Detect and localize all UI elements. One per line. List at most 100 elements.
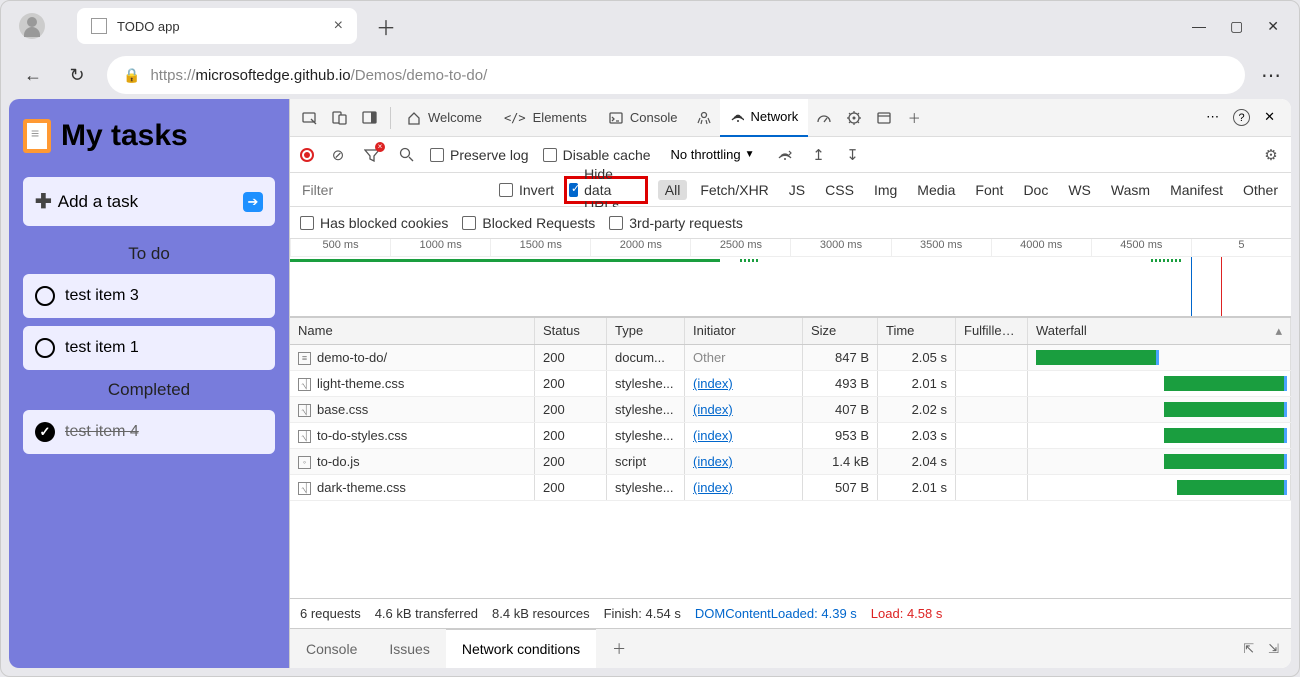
back-button[interactable]: ← [19,61,47,89]
drawer-add-tab[interactable]: ＋ [596,629,642,669]
more-tabs-button[interactable]: ＋ [900,104,928,132]
record-button[interactable] [300,148,314,162]
filter-input[interactable] [296,178,489,202]
help-icon[interactable]: ? [1233,109,1250,126]
task-check-icon[interactable]: ✓ [35,422,55,442]
file-icon: ⎷ [298,430,311,443]
profile-avatar[interactable] [19,13,45,39]
submit-arrow-icon[interactable]: ➔ [243,192,263,212]
task-item-completed[interactable]: ✓ test item 4 [23,410,275,454]
tab-welcome[interactable]: Welcome [397,99,492,137]
network-settings-icon[interactable]: ⚙ [1261,145,1281,165]
task-item[interactable]: test item 3 [23,274,275,318]
blocked-requests-checkbox[interactable]: Blocked Requests [462,215,595,231]
task-checkbox[interactable] [35,338,55,358]
memory-icon[interactable] [840,104,868,132]
export-har-icon[interactable]: ↧ [843,145,863,165]
task-label: test item 3 [65,287,139,305]
drawer-tab-console[interactable]: Console [290,629,373,669]
browser-menu-button[interactable]: ⋯ [1261,63,1281,88]
filter-type-js[interactable]: JS [782,180,812,200]
invert-checkbox[interactable]: Invert [499,182,554,198]
filter-type-font[interactable]: Font [968,180,1010,200]
blocked-cookies-checkbox[interactable]: Has blocked cookies [300,215,448,231]
close-window-button[interactable]: ✕ [1267,18,1279,35]
timeline-tick: 1500 ms [490,239,590,256]
device-toggle-icon[interactable] [326,104,354,132]
maximize-button[interactable]: ▢ [1230,18,1243,35]
filter-type-wasm[interactable]: Wasm [1104,180,1157,200]
filter-type-manifest[interactable]: Manifest [1163,180,1230,200]
request-row[interactable]: ◦to-do.js 200 script (index) 1.4 kB 2.04… [290,449,1291,475]
filter-type-css[interactable]: CSS [818,180,861,200]
file-icon: ⎷ [298,404,311,417]
request-row[interactable]: ⎷light-theme.css 200 styleshe... (index)… [290,371,1291,397]
request-row[interactable]: ⎷base.css 200 styleshe... (index) 407 B … [290,397,1291,423]
filter-type-media[interactable]: Media [910,180,962,200]
performance-icon[interactable] [810,104,838,132]
url-text: https://microsoftedge.github.io/Demos/de… [150,67,487,84]
filter-toggle-icon[interactable]: × [362,145,382,165]
filter-type-all[interactable]: All [658,180,688,200]
tab-elements[interactable]: </>Elements [494,99,597,137]
tab-network[interactable]: Network [720,99,809,137]
throttling-select[interactable]: No throttling ▼ [665,145,761,164]
close-devtools-button[interactable]: ✕ [1264,109,1275,126]
search-icon[interactable] [396,145,416,165]
sources-icon[interactable] [690,104,718,132]
network-timeline[interactable]: 500 ms1000 ms1500 ms2000 ms2500 ms3000 m… [290,239,1291,317]
request-row[interactable]: ≡demo-to-do/ 200 docum... Other 847 B 2.… [290,345,1291,371]
todo-app: My tasks ✚ Add a task ➔ To do test item … [9,99,289,668]
url-field[interactable]: 🔒 https://microsoftedge.github.io/Demos/… [107,56,1245,94]
lock-icon: 🔒 [123,67,140,84]
file-icon: ◦ [298,456,311,469]
tab-console[interactable]: Console [599,99,688,137]
add-task-label: Add a task [58,192,138,212]
devtools-more-icon[interactable]: ⋯ [1206,109,1219,126]
browser-tab[interactable]: TODO app × [77,8,357,44]
timeline-tick: 2000 ms [590,239,690,256]
application-icon[interactable] [870,104,898,132]
filter-type-other[interactable]: Other [1236,180,1285,200]
address-bar: ← ↻ 🔒 https://microsoftedge.github.io/De… [1,51,1299,99]
network-request-table: Name Status Type Initiator Size Time Ful… [290,317,1291,598]
network-toolbar: ⊘ × Preserve log Disable cache No thrott… [290,137,1291,173]
timeline-tick: 500 ms [290,239,390,256]
file-icon: ≡ [298,352,311,365]
preserve-log-checkbox[interactable]: Preserve log [430,147,529,163]
devtools-drawer: Console Issues Network conditions ＋ ⇱ ⇲ [290,628,1291,668]
refresh-button[interactable]: ↻ [63,61,91,89]
filter-type-ws[interactable]: WS [1061,180,1098,200]
drawer-tab-network-conditions[interactable]: Network conditions [446,629,596,669]
network-conditions-icon[interactable] [775,145,795,165]
drawer-expand-icon[interactable]: ⇱ [1243,641,1254,657]
file-icon: ⎷ [298,482,311,495]
task-checkbox[interactable] [35,286,55,306]
timeline-tick: 3000 ms [790,239,890,256]
tab-title: TODO app [117,19,324,34]
dock-icon[interactable] [356,104,384,132]
request-row[interactable]: ⎷dark-theme.css 200 styleshe... (index) … [290,475,1291,501]
inspect-icon[interactable] [296,104,324,132]
timeline-tick: 4500 ms [1091,239,1191,256]
devtools-tabstrip: Welcome </>Elements Console Network ＋ ⋯ … [290,99,1291,137]
clear-button[interactable]: ⊘ [328,145,348,165]
filter-type-img[interactable]: Img [867,180,904,200]
new-tab-button[interactable]: ＋ [369,9,403,43]
task-item[interactable]: test item 1 [23,326,275,370]
import-har-icon[interactable]: ↥ [809,145,829,165]
filter-type-doc[interactable]: Doc [1016,180,1055,200]
disable-cache-checkbox[interactable]: Disable cache [543,147,651,163]
third-party-checkbox[interactable]: 3rd-party requests [609,215,743,231]
hide-data-urls-highlight: Hide data URLs [564,176,648,204]
drawer-tab-issues[interactable]: Issues [373,629,445,669]
task-label: test item 4 [65,423,139,441]
add-task-input[interactable]: ✚ Add a task ➔ [23,177,275,226]
timeline-tick: 5 [1191,239,1291,256]
filter-type-fetch/xhr[interactable]: Fetch/XHR [693,180,775,200]
drawer-collapse-icon[interactable]: ⇲ [1268,641,1279,657]
close-tab-button[interactable]: × [334,17,343,35]
request-row[interactable]: ⎷to-do-styles.css 200 styleshe... (index… [290,423,1291,449]
task-label: test item 1 [65,339,139,357]
minimize-button[interactable]: — [1192,18,1206,35]
